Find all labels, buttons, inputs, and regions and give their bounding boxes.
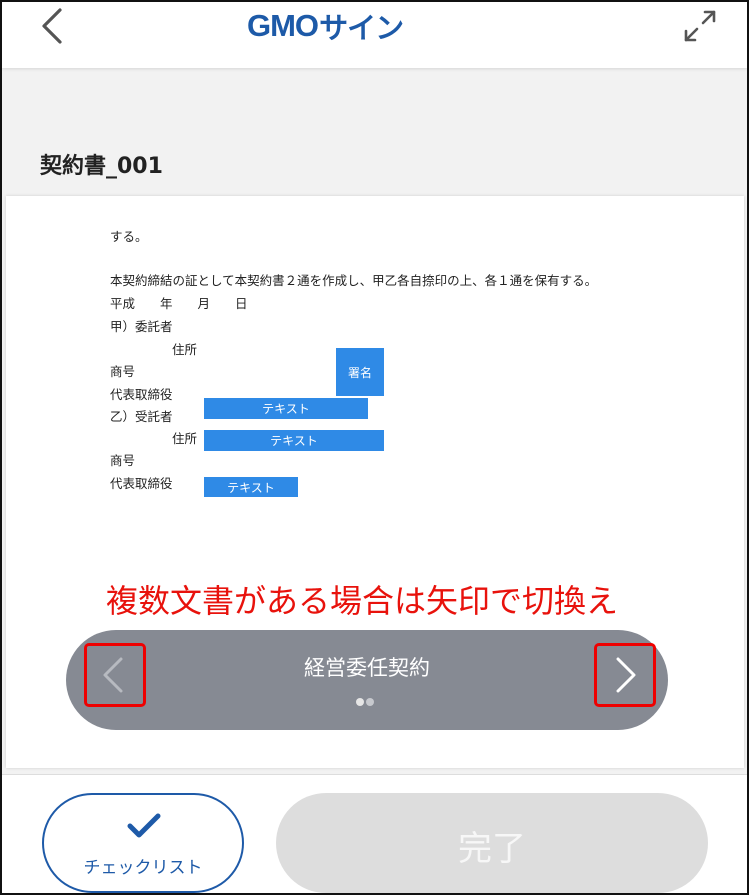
- doc-line: 甲）委託者: [110, 319, 173, 334]
- logo-text-en: GMO: [247, 8, 319, 43]
- page-dot-active: [356, 698, 364, 706]
- app-frame: GMO サイン 契約書_001 する。 本契約締結の証として本契約書２通を作成し…: [0, 0, 749, 895]
- checklist-button[interactable]: チェックリスト: [42, 793, 244, 893]
- app-header: GMO サイン: [2, 2, 747, 68]
- document-switcher: 経営委任契約: [66, 630, 668, 730]
- annotation-text: 複数文書がある場合は矢印で切換え: [106, 582, 619, 620]
- back-button[interactable]: [36, 6, 72, 46]
- logo-text-jp: サイン: [319, 11, 404, 45]
- checklist-label: チェックリスト: [83, 858, 203, 878]
- signature-field[interactable]: 署名: [336, 348, 384, 396]
- document-title: 契約書_001: [40, 154, 163, 179]
- complete-button[interactable]: 完了: [276, 793, 708, 893]
- doc-line: 本契約締結の証として本契約書２通を作成し、甲乙各自捺印の上、各１通を保有する。: [110, 273, 598, 288]
- chevron-left-icon: [42, 8, 62, 44]
- doc-line: 代表取締役: [110, 387, 173, 402]
- page-indicator: [356, 698, 380, 708]
- chevron-left-icon: [103, 657, 123, 693]
- doc-line: 代表取締役: [110, 476, 173, 491]
- doc-line: 住所: [172, 431, 198, 446]
- next-document-button[interactable]: [594, 643, 656, 707]
- complete-label: 完了: [458, 829, 526, 869]
- doc-line: 住所: [172, 342, 198, 357]
- previous-document-button[interactable]: [84, 643, 146, 707]
- text-field[interactable]: テキスト: [204, 398, 368, 419]
- doc-line: 商号: [110, 453, 136, 468]
- doc-line: 乙）受託者: [110, 409, 173, 424]
- app-logo: GMO サイン: [247, 6, 404, 46]
- page-dot: [366, 698, 374, 706]
- footer-bar: チェックリスト 完了: [2, 774, 747, 893]
- doc-line: 平成 年 月 日: [110, 296, 248, 311]
- expand-button[interactable]: [682, 8, 718, 44]
- doc-line: する。: [110, 229, 148, 244]
- checkmark-icon: [127, 813, 161, 838]
- chevron-right-icon: [616, 657, 636, 693]
- text-field[interactable]: テキスト: [204, 477, 298, 497]
- text-field[interactable]: テキスト: [204, 430, 384, 451]
- current-document-name: 経営委任契約: [304, 656, 430, 680]
- expand-icon: [684, 10, 716, 42]
- doc-line: 商号: [110, 364, 136, 379]
